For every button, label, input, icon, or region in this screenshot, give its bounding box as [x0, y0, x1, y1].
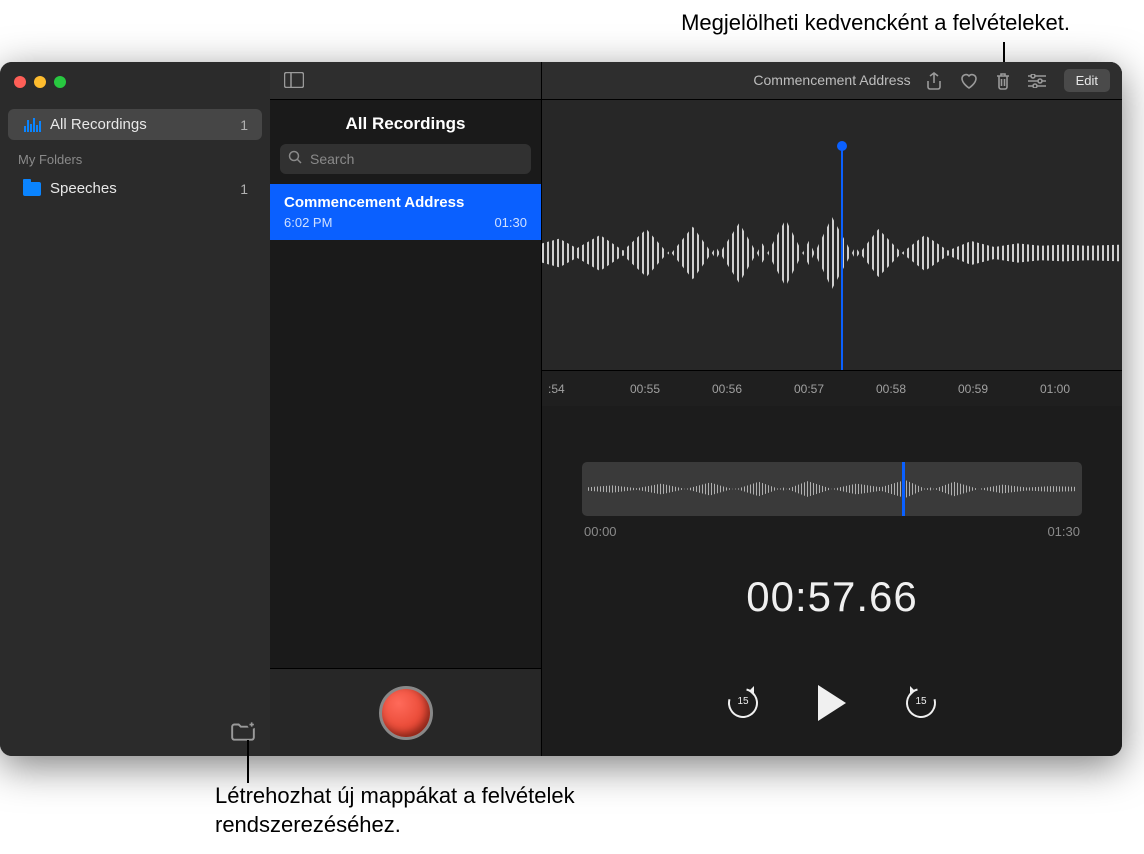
- ruler-tick: 00:56: [712, 382, 794, 396]
- sidebar: All Recordings 1 My Folders Speeches 1: [0, 62, 270, 756]
- ruler-tick: 00:55: [630, 382, 712, 396]
- sidebar-item-count: 1: [240, 117, 248, 133]
- transport-controls: 15 15: [542, 685, 1122, 721]
- callout-line-bottom: [247, 740, 249, 783]
- ruler-tick: 00:58: [876, 382, 958, 396]
- detail-pane: Commencement Address Edit: [542, 62, 1122, 756]
- sidebar-section-my-folders: My Folders: [0, 142, 270, 171]
- waveform-icon: [22, 117, 42, 133]
- overview-start-time: 00:00: [584, 524, 617, 539]
- search-input[interactable]: [280, 144, 531, 174]
- callout-new-folder: Létrehozhat új mappákat a felvételek ren…: [215, 782, 715, 839]
- search-icon: [288, 150, 302, 167]
- ruler-tick: 00:59: [958, 382, 1040, 396]
- window-traffic-lights: [14, 76, 66, 88]
- ruler-tick: 00:57: [794, 382, 876, 396]
- waveform-area[interactable]: :54 00:55 00:56 00:57 00:58 00:59 01:00: [542, 100, 1122, 406]
- sidebar-item-all-recordings[interactable]: All Recordings 1: [8, 109, 262, 140]
- recording-name: Commencement Address: [284, 194, 527, 211]
- share-button[interactable]: [926, 72, 942, 90]
- skip-forward-button[interactable]: 15: [906, 688, 936, 718]
- skip-forward-label: 15: [906, 696, 936, 707]
- time-ruler: :54 00:55 00:56 00:57 00:58 00:59 01:00: [542, 370, 1122, 406]
- folder-icon: [22, 181, 42, 197]
- recordings-list-pane: All Recordings Commencement Address 6:02…: [270, 62, 542, 756]
- sidebar-item-count: 1: [240, 181, 248, 197]
- close-window-button[interactable]: [14, 76, 26, 88]
- new-folder-button[interactable]: [230, 720, 256, 742]
- ruler-tick: 01:00: [1040, 382, 1122, 396]
- overview-playhead[interactable]: [902, 462, 905, 516]
- current-time-display: 00:57.66: [542, 573, 1122, 621]
- zoom-window-button[interactable]: [54, 76, 66, 88]
- list-header: [270, 62, 541, 100]
- list-title: All Recordings: [270, 100, 541, 144]
- waveform-graphic: [542, 193, 1122, 313]
- record-button[interactable]: [379, 686, 433, 740]
- options-button[interactable]: [1028, 74, 1046, 88]
- play-button[interactable]: [818, 685, 846, 721]
- skip-back-button[interactable]: 15: [728, 688, 758, 718]
- titlebar: Commencement Address Edit: [542, 62, 1122, 100]
- favorite-button[interactable]: [960, 73, 978, 89]
- recording-time: 6:02 PM: [284, 215, 332, 230]
- record-footer: [270, 668, 541, 756]
- edit-button[interactable]: Edit: [1064, 69, 1110, 92]
- toggle-sidebar-button[interactable]: [284, 72, 304, 93]
- recording-row[interactable]: Commencement Address 6:02 PM 01:30: [270, 184, 541, 240]
- minimize-window-button[interactable]: [34, 76, 46, 88]
- overview-scrubber[interactable]: [582, 462, 1082, 516]
- overview-waveform-graphic: [588, 471, 1076, 507]
- overview-end-time: 01:30: [1047, 524, 1080, 539]
- sidebar-item-label: All Recordings: [50, 116, 147, 133]
- ruler-tick: :54: [548, 382, 630, 396]
- delete-button[interactable]: [996, 72, 1010, 90]
- recording-duration: 01:30: [494, 215, 527, 230]
- sidebar-item-speeches[interactable]: Speeches 1: [8, 173, 262, 204]
- app-window: All Recordings 1 My Folders Speeches 1 A…: [0, 62, 1122, 756]
- play-icon: [818, 685, 846, 721]
- sidebar-item-label: Speeches: [50, 180, 117, 197]
- callout-favorite: Megjelölheti kedvencként a felvételeket.: [470, 10, 1090, 36]
- playhead[interactable]: [841, 146, 843, 406]
- window-title: Commencement Address: [753, 72, 910, 88]
- skip-back-label: 15: [728, 696, 758, 707]
